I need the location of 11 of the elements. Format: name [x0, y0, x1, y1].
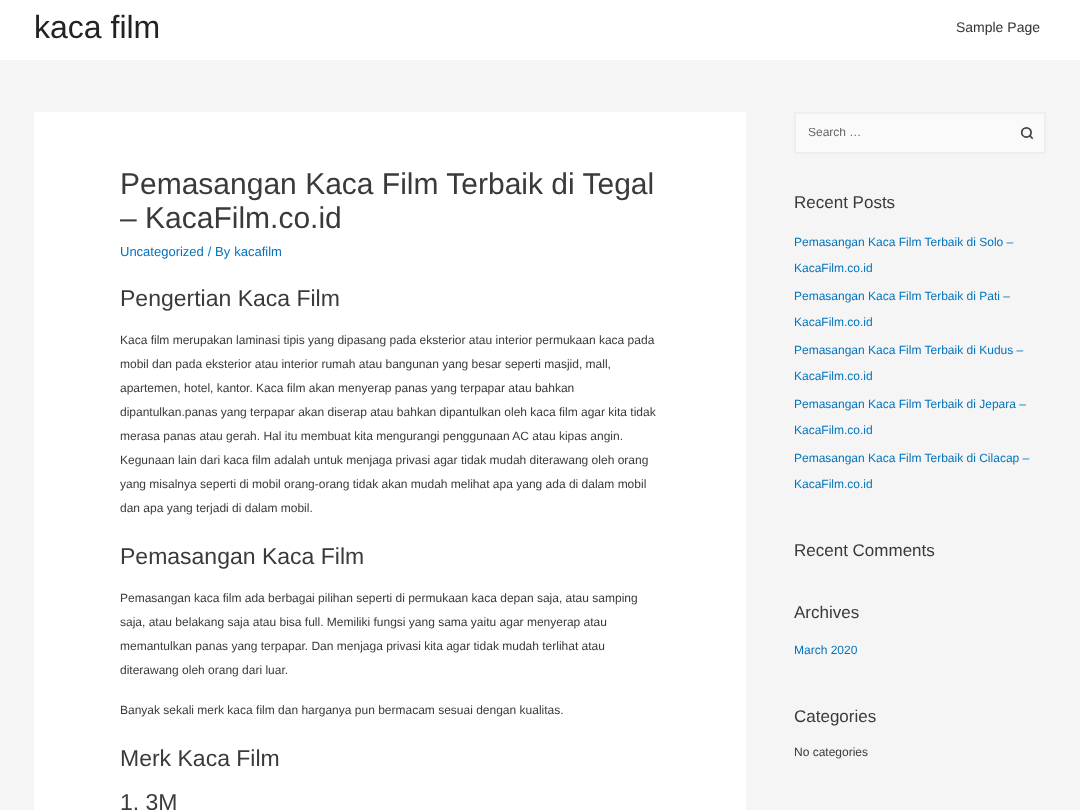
section-heading: Pengertian Kaca Film: [120, 285, 342, 316]
search-icon[interactable]: [1020, 126, 1034, 140]
widget-title: Recent Comments: [794, 537, 937, 563]
widget-title: Recent Posts: [794, 190, 898, 216]
article-title: Pemasangan Kaca Film Terbaik di Tegal – KacaFilm.co.id: [120, 168, 657, 236]
site-title[interactable]: kaca film: [34, 6, 161, 54]
section-heading: Pemasangan Kaca Film: [120, 544, 367, 574]
widget-title: Archives: [794, 599, 862, 625]
section-subheading: 1. 3M: [120, 791, 180, 810]
widget-title: Categories: [794, 703, 879, 729]
section-heading: Merk Kaca Film: [120, 746, 282, 777]
